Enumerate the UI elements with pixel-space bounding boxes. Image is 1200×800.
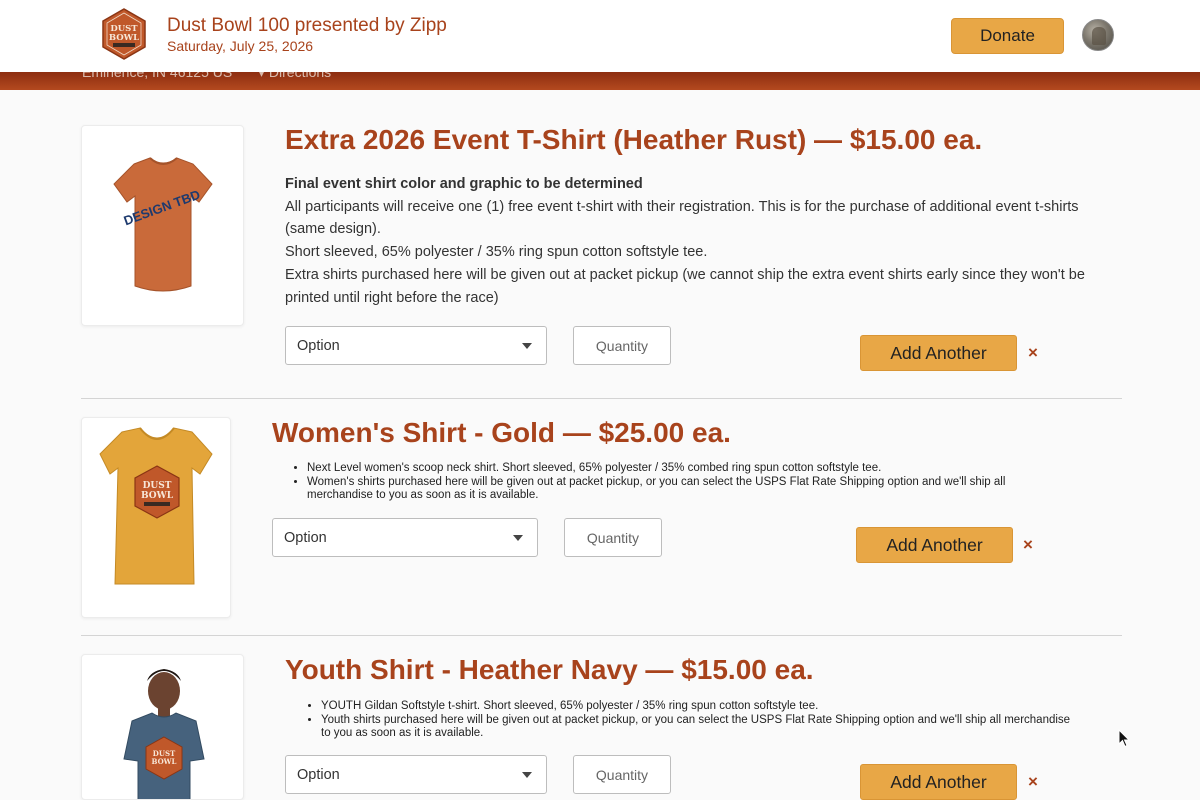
product-title: Youth Shirt - Heather Navy — $15.00 ea. [285, 654, 814, 685]
description-heading: Final event shirt color and graphic to b… [285, 176, 643, 192]
product-image[interactable]: DESIGN TBD [81, 125, 244, 326]
directions-label: Directions [268, 72, 332, 80]
option-select[interactable]: Option [272, 518, 538, 557]
product-bullets: YOUTH Gildan Softstyle t-shirt. Short sl… [285, 700, 1075, 741]
bullet-item: Women's shirts purchased here will be gi… [307, 476, 1071, 503]
description-line: Short sleeved, 65% polyester / 35% ring … [285, 244, 708, 261]
top-bar: DUST BOWL Dust Bowl 100 presented by Zip… [0, 0, 1200, 72]
option-select[interactable]: Option [285, 326, 547, 365]
caret-down-icon [522, 343, 532, 349]
shirt-logo-text: BOWL [152, 757, 177, 766]
remove-icon[interactable]: × [1023, 535, 1033, 555]
option-select-value: Option [297, 337, 340, 354]
event-date: Saturday, July 25, 2026 [167, 38, 314, 54]
product-divider [81, 635, 1122, 636]
donate-button[interactable]: Donate [951, 18, 1064, 54]
quantity-input[interactable]: Quantity [564, 518, 662, 557]
location-text: Eminence, IN 46125 US [82, 72, 233, 80]
quantity-input[interactable]: Quantity [573, 326, 671, 365]
bullet-item: Next Level women's scoop neck shirt. Sho… [307, 462, 1071, 476]
quantity-input[interactable]: Quantity [573, 755, 671, 794]
remove-icon[interactable]: × [1028, 772, 1038, 792]
product-divider [81, 398, 1122, 399]
product-description: Final event shirt color and graphic to b… [285, 173, 1120, 309]
description-line: All participants will receive one (1) fr… [285, 198, 1079, 238]
option-select-value: Option [297, 766, 340, 783]
youth-shirt-model-image: DUST BOWL [123, 669, 205, 799]
caret-down-icon [513, 535, 523, 541]
option-select[interactable]: Option [285, 755, 547, 794]
remove-icon[interactable]: × [1028, 343, 1038, 363]
shirt-logo-text: DUST [143, 481, 172, 491]
product-image[interactable]: DUST BOWL [81, 654, 244, 800]
add-another-button[interactable]: Add Another [860, 335, 1017, 371]
tshirt-rust-image: DESIGN TBD [113, 157, 213, 292]
add-another-button[interactable]: Add Another [856, 527, 1013, 563]
description-line: Extra shirts purchased here will be give… [285, 266, 1085, 306]
mouse-pointer-icon [1118, 729, 1130, 748]
user-avatar[interactable] [1082, 19, 1114, 51]
product-image[interactable]: DUST BOWL [81, 417, 231, 618]
directions-link[interactable]: ▾ Directions [258, 72, 331, 81]
tshirt-gold-image: DUST BOWL [99, 427, 213, 585]
svg-text:BOWL: BOWL [109, 33, 139, 43]
shirt-logo-text: BOWL [141, 491, 174, 501]
add-another-button[interactable]: Add Another [860, 764, 1017, 800]
product-title: Women's Shirt - Gold — $25.00 ea. [272, 417, 731, 448]
event-banner: Eminence, IN 46125 US ▾ Directions [0, 72, 1200, 90]
option-select-value: Option [284, 529, 327, 546]
caret-down-icon [522, 772, 532, 778]
bullet-item: Youth shirts purchased here will be give… [321, 714, 1075, 741]
product-title: Extra 2026 Event T-Shirt (Heather Rust) … [285, 124, 983, 155]
bullet-item: YOUTH Gildan Softstyle t-shirt. Short sl… [321, 700, 1075, 714]
product-bullets: Next Level women's scoop neck shirt. Sho… [271, 462, 1071, 503]
map-pin-icon: ▾ [258, 72, 266, 80]
event-title: Dust Bowl 100 presented by Zipp [167, 15, 447, 36]
dust-bowl-logo[interactable]: DUST BOWL [101, 8, 147, 60]
